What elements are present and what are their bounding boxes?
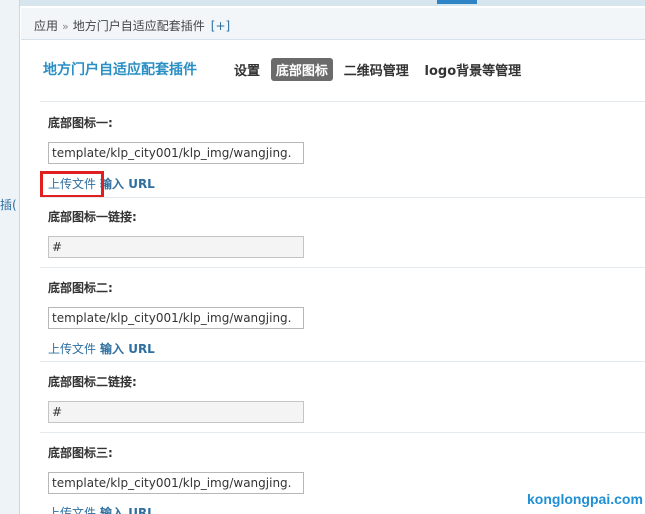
icon3-source-links: 上传文件 输入 URL <box>48 504 155 514</box>
tab-logo-background[interactable]: logo背景等管理 <box>420 58 527 81</box>
icon2-url-link[interactable]: 输入 URL <box>100 342 155 356</box>
icon1-label: 底部图标一: <box>48 116 113 130</box>
watermark: konglongpai.com <box>527 491 643 507</box>
divider <box>40 361 645 362</box>
icon2-source-links: 上传文件 输入 URL <box>48 340 155 357</box>
icon1-url-link[interactable]: 输入 URL <box>100 177 155 191</box>
breadcrumb-add-link[interactable]: [+] <box>211 19 230 33</box>
icon2-input[interactable]: template/klp_city001/klp_img/wangjing. <box>48 307 304 329</box>
tab-qrcode[interactable]: 二维码管理 <box>339 58 414 81</box>
icon1-input[interactable]: template/klp_city001/klp_img/wangjing. <box>48 142 304 164</box>
sidebar-item-cut[interactable]: 插( <box>0 196 20 213</box>
breadcrumb: 应用 » 地方门户自适应配套插件 [+] <box>21 8 645 40</box>
highlight-box <box>40 171 104 198</box>
icon3-url-link[interactable]: 输入 URL <box>100 506 155 514</box>
icon3-input[interactable]: template/klp_city001/klp_img/wangjing. <box>48 472 304 494</box>
divider <box>40 197 645 198</box>
icon2-label: 底部图标二: <box>48 281 113 295</box>
divider <box>40 432 645 433</box>
top-strip <box>0 0 645 6</box>
top-active-indicator <box>437 0 477 4</box>
tab-settings[interactable]: 设置 <box>229 58 265 81</box>
icon2-link-label: 底部图标二链接: <box>48 375 137 389</box>
breadcrumb-separator: » <box>62 20 69 33</box>
icon1-link-label: 底部图标一链接: <box>48 210 137 224</box>
icon2-upload-link[interactable]: 上传文件 <box>48 342 96 356</box>
left-sidebar-edge: 插( <box>0 0 20 514</box>
tab-bottom-icons[interactable]: 底部图标 <box>270 58 333 81</box>
breadcrumb-app-link[interactable]: 应用 <box>34 19 58 33</box>
icon1-link-input[interactable]: # <box>48 236 304 258</box>
divider <box>40 101 645 102</box>
plugin-title[interactable]: 地方门户自适应配套插件 <box>43 59 197 79</box>
divider <box>40 267 645 268</box>
icon3-label: 底部图标三: <box>48 446 113 460</box>
icon3-upload-link[interactable]: 上传文件 <box>48 506 96 514</box>
plugin-tabs: 设置 底部图标 二维码管理 logo背景等管理 <box>229 58 528 81</box>
breadcrumb-plugin-link[interactable]: 地方门户自适应配套插件 <box>73 19 205 33</box>
icon2-link-input[interactable]: # <box>48 401 304 423</box>
